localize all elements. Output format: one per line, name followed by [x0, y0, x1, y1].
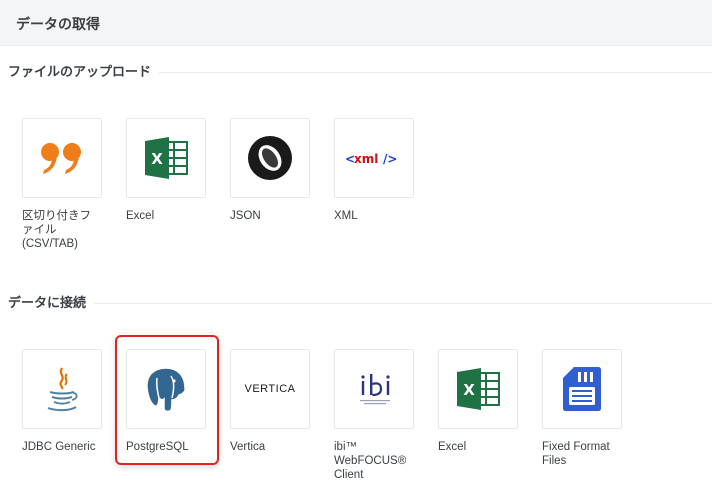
tile-icon-box[interactable] [334, 349, 414, 429]
section-connect-header: データに接続 [8, 294, 712, 314]
tile-icon-box[interactable]: X [438, 349, 518, 429]
xml-icon: < xml /> [345, 152, 397, 166]
section-title-upload: ファイルのアップロード [8, 63, 160, 81]
tile-fixed-format-files[interactable]: Fixed Format Files [542, 349, 638, 499]
tile-ibi-webfocus[interactable]: ibi™ WebFOCUS® Client [334, 349, 430, 499]
page-header: データの取得 [0, 0, 712, 46]
svg-text:X: X [463, 381, 475, 399]
tile-icon-box[interactable]: X [126, 118, 206, 198]
tile-icon-box[interactable] [542, 349, 622, 429]
tile-icon-box[interactable]: VERTICA [230, 349, 310, 429]
quote-icon [41, 143, 81, 174]
section-title-connect: データに接続 [8, 294, 95, 312]
sd-card-icon [563, 367, 601, 411]
tile-excel-connect[interactable]: X Excel [438, 349, 534, 499]
tile-excel-upload[interactable]: X Excel [126, 118, 222, 268]
svg-text:xml: xml [354, 152, 378, 166]
svg-text:X: X [151, 150, 163, 168]
tile-xml[interactable]: < xml /> XML [334, 118, 430, 268]
json-icon [248, 136, 292, 180]
tile-delimited-file[interactable]: 区切り付きフ ァイル (CSV/TAB) [22, 118, 118, 268]
tile-label: Fixed Format Files [542, 441, 610, 467]
tile-label: JSON [230, 210, 261, 222]
excel-icon: X [457, 368, 500, 410]
tile-icon-box[interactable] [230, 118, 310, 198]
tile-jdbc-generic[interactable]: JDBC Generic [22, 349, 118, 499]
java-icon [47, 367, 78, 412]
tile-icon-box[interactable]: < xml /> [334, 118, 414, 198]
section-divider [8, 303, 712, 304]
selection-highlight [115, 335, 219, 465]
svg-text:/>: /> [383, 152, 397, 166]
section-upload-header: ファイルのアップロード [8, 63, 712, 83]
tile-label: Excel [438, 441, 467, 453]
tile-label: XML [334, 210, 358, 222]
tile-vertica[interactable]: VERTICA Vertica [230, 349, 326, 499]
tile-label: 区切り付きフ ァイル (CSV/TAB) [22, 210, 91, 250]
tile-icon-box[interactable] [22, 118, 102, 198]
tile-label: Vertica [230, 441, 266, 453]
tile-icon-box[interactable] [22, 349, 102, 429]
tile-json[interactable]: JSON [230, 118, 326, 268]
vertica-logo-icon: VERTICA [244, 383, 296, 395]
page-title: データの取得 [16, 16, 100, 32]
ibi-logo-icon [360, 374, 390, 405]
tile-label: JDBC Generic [22, 441, 96, 453]
tile-label: ibi™ WebFOCUS® Client [334, 441, 407, 481]
excel-icon: X [145, 137, 188, 179]
tile-label: Excel [126, 210, 155, 222]
